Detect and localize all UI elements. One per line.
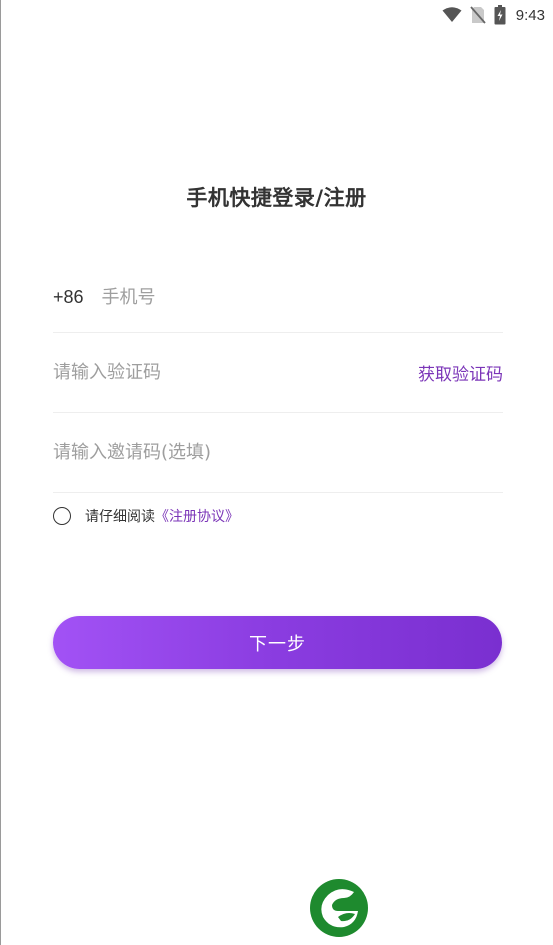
verify-code-row: 获取验证码: [53, 333, 503, 413]
get-code-button[interactable]: 获取验证码: [418, 360, 503, 385]
invite-code-row: [53, 413, 503, 493]
verify-code-input[interactable]: [53, 352, 418, 393]
phone-row: +86: [53, 262, 503, 333]
status-bar: 9:43: [442, 0, 553, 30]
phone-input[interactable]: [101, 277, 503, 317]
agreement-text: 请仔细阅读: [85, 509, 155, 525]
agreement: 请仔细阅读 《注册协议》: [53, 506, 239, 526]
app-logo-leaf-icon: [308, 877, 370, 939]
wifi-icon: [442, 7, 462, 23]
next-button[interactable]: 下一步: [53, 616, 502, 669]
page-title: 手机快捷登录/注册: [186, 186, 367, 210]
screen-left-edge: [0, 0, 1, 945]
status-time: 9:43: [515, 6, 545, 24]
agreement-checkbox[interactable]: [53, 507, 71, 525]
invite-code-input[interactable]: [53, 432, 503, 473]
country-code[interactable]: +86: [53, 287, 84, 308]
battery-charging-icon: [494, 5, 506, 25]
no-sim-icon: [470, 6, 486, 24]
agreement-link[interactable]: 《注册协议》: [155, 506, 239, 526]
